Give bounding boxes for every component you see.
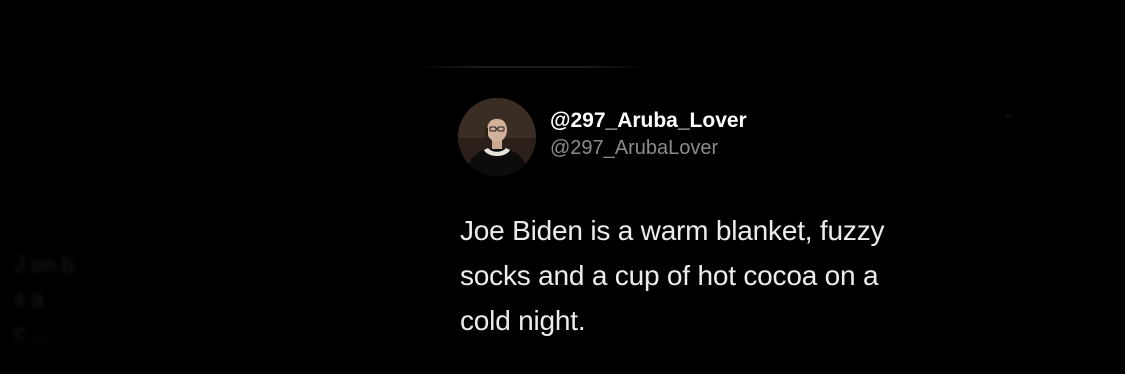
ghost-line: J on b <box>14 252 74 277</box>
author-display-name[interactable]: @297_Aruba_Lover <box>550 108 747 134</box>
author-handle[interactable]: @297_ArubaLover <box>550 134 747 162</box>
background-faded-text: J on b s a c ... <box>14 248 354 350</box>
ghost-line: c ... <box>14 320 50 345</box>
background-divider <box>412 66 652 68</box>
profile-photo-icon <box>458 98 536 176</box>
tweet-text-line: cold night. <box>460 305 586 336</box>
tweet-text-line: Joe Biden is a warm blanket, fuzzy <box>460 215 885 246</box>
tweet-author[interactable]: @297_Aruba_Lover @297_ArubaLover <box>550 108 747 162</box>
tweet-text-line: socks and a cup of hot cocoa on a <box>460 260 879 291</box>
avatar[interactable] <box>458 98 536 176</box>
tweet-text: Joe Biden is a warm blanket, fuzzy socks… <box>460 208 1000 343</box>
ghost-line: s a <box>14 286 44 311</box>
chevron-down-icon: ⌄ <box>1002 105 1014 121</box>
